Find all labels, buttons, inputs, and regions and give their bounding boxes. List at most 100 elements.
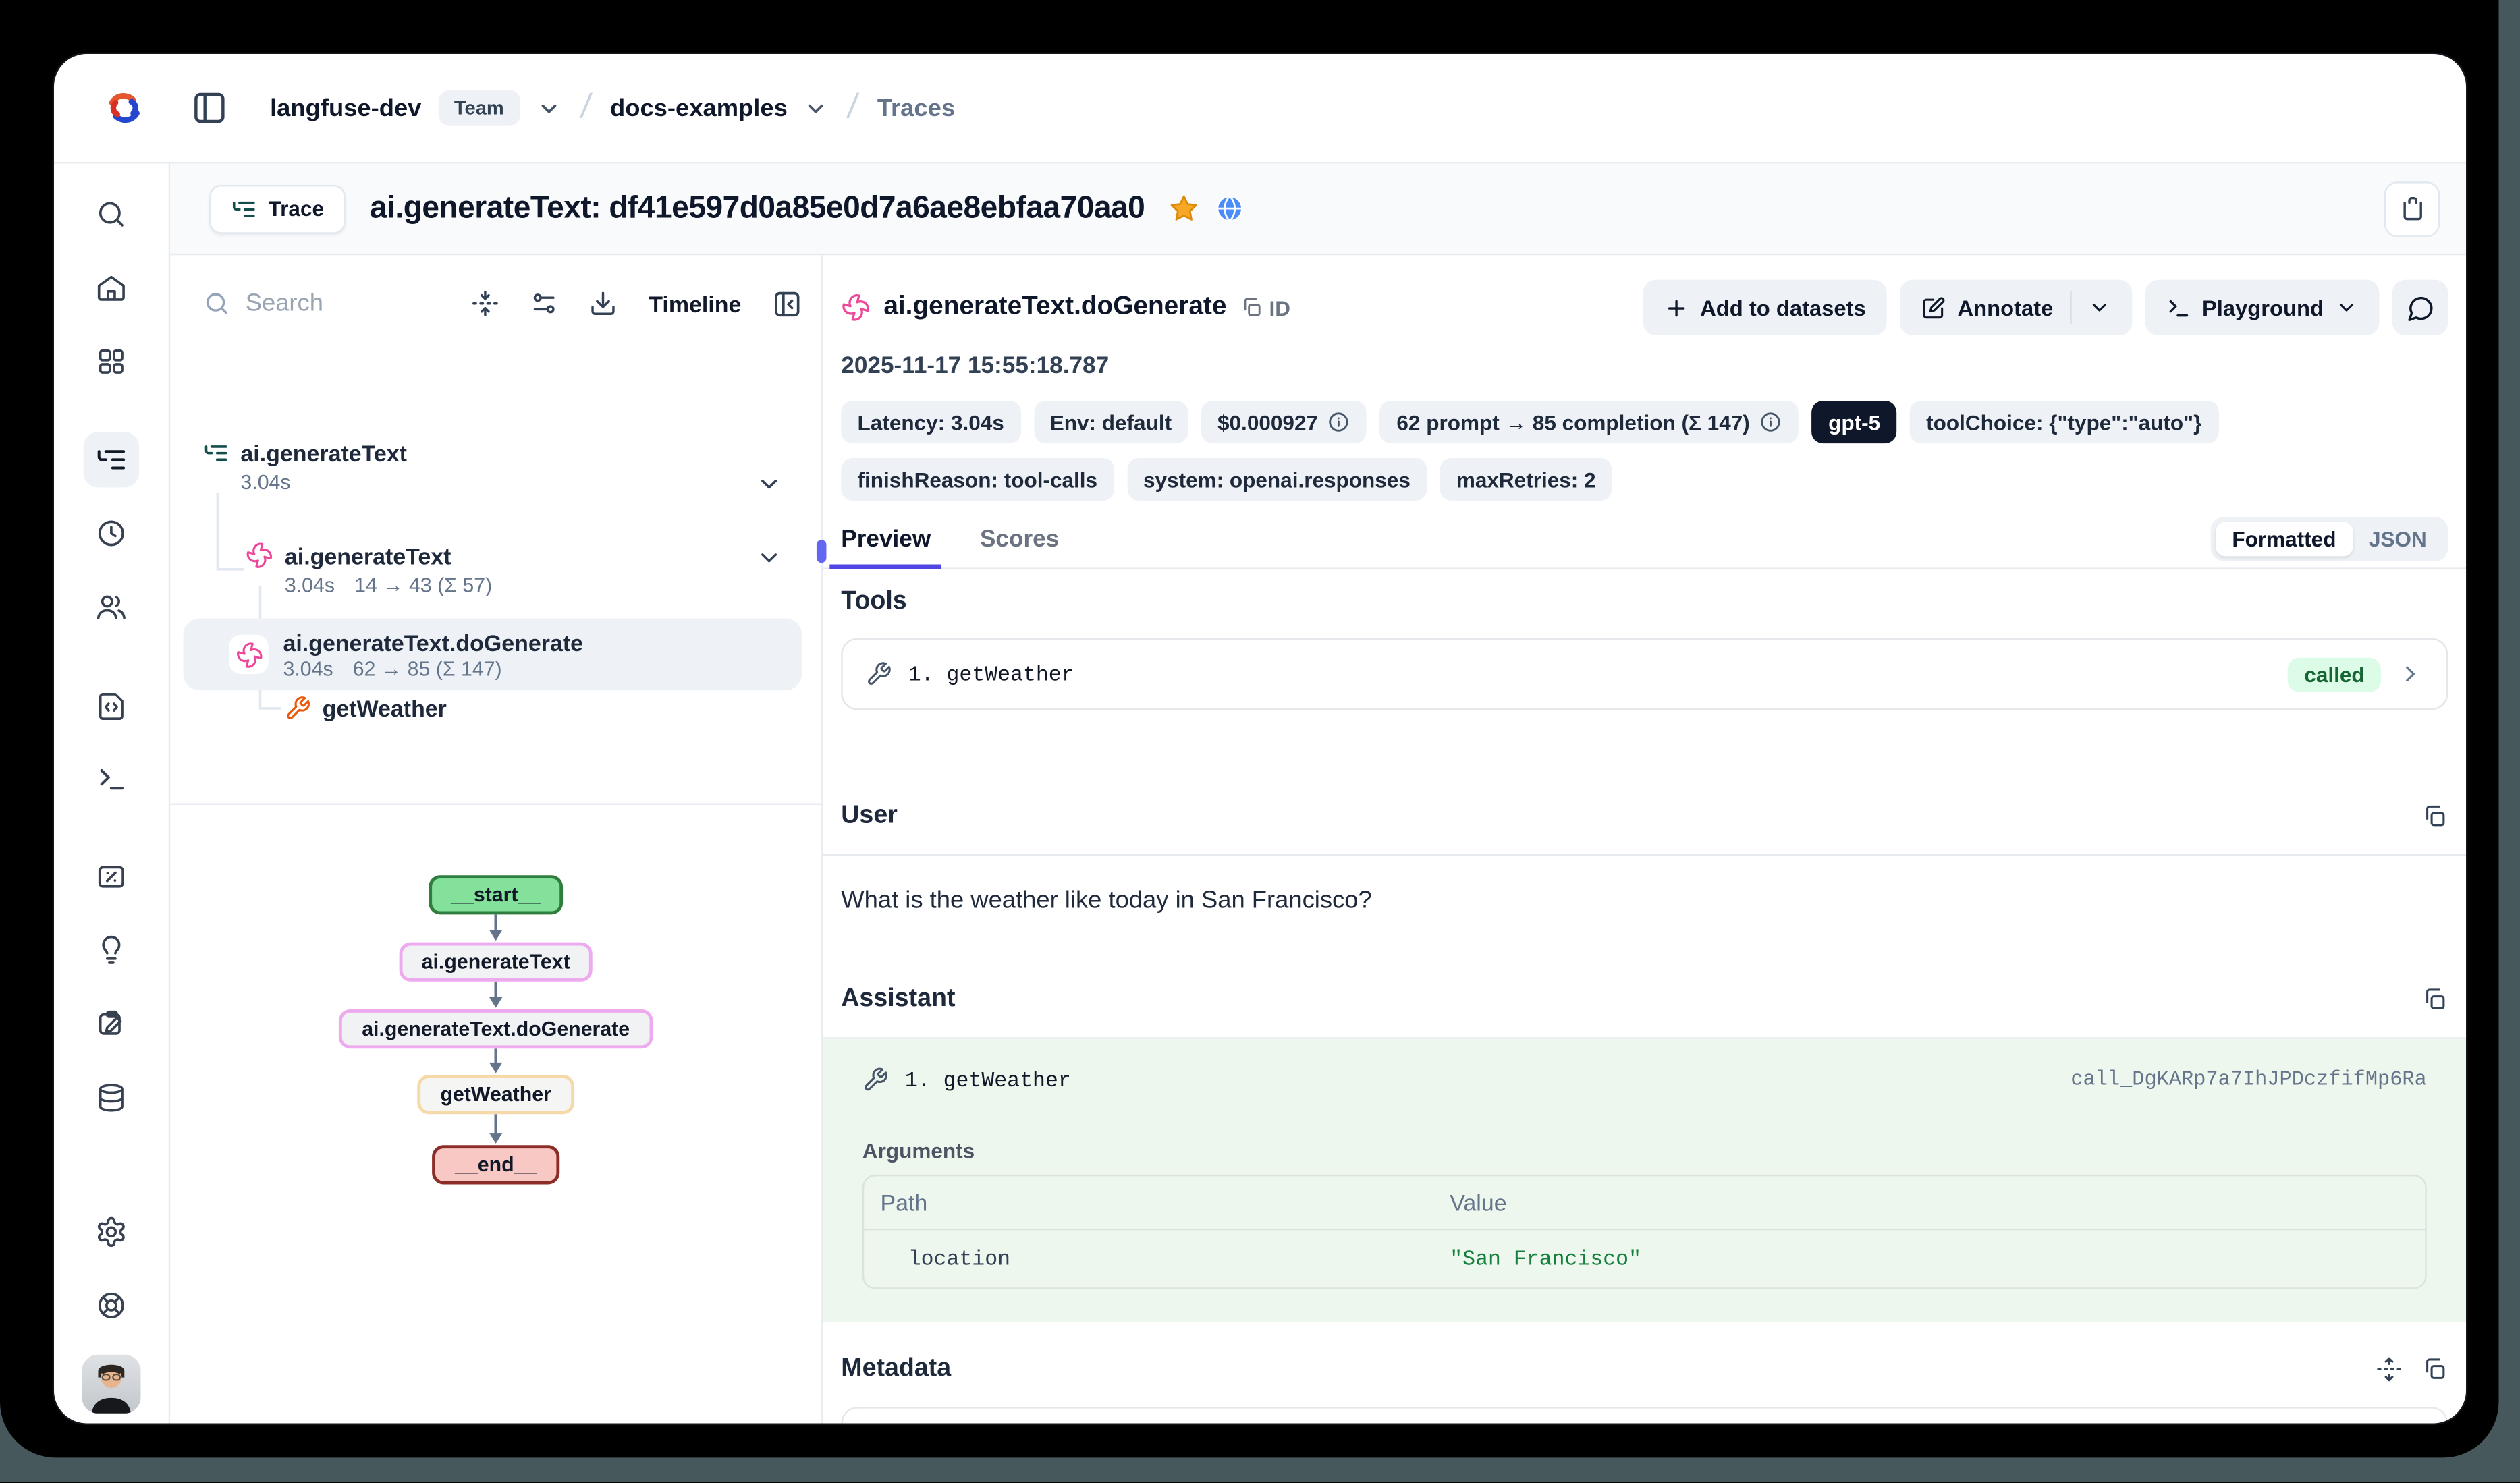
- timeline-toggle[interactable]: Timeline: [649, 290, 741, 316]
- system-badge: system: openai.responses: [1127, 458, 1427, 501]
- trace-badge-label: Trace: [269, 196, 324, 221]
- tab-preview[interactable]: Preview: [841, 526, 931, 553]
- tree-row-selected-dogenerate[interactable]: ai.generateText.doGenerate 3.04s 62 → 85…: [184, 619, 802, 691]
- user-avatar[interactable]: [82, 1355, 140, 1414]
- trace-title: ai.generateText: df41e597d0a85e0d7a6ae8e…: [370, 190, 1145, 226]
- settings-gear-icon[interactable]: [84, 1204, 139, 1260]
- home-icon[interactable]: [84, 260, 139, 316]
- graph-arrow-icon: [485, 1114, 508, 1145]
- copy-icon[interactable]: [2422, 804, 2448, 830]
- breadcrumb-separator: /: [842, 88, 864, 128]
- observation-timestamp: 2025-11-17 15:55:18.787: [823, 354, 2466, 380]
- toolchoice-badge: toolChoice: {"type":"auto"}: [1910, 401, 2218, 443]
- tree-node-label: ai.generateText: [240, 440, 407, 466]
- tool-called-badge: called: [2288, 657, 2381, 692]
- sidebar-toggle-icon[interactable]: [192, 90, 227, 125]
- langfuse-logo-icon: [103, 87, 146, 130]
- search-input[interactable]: [246, 289, 426, 317]
- datasets-database-icon[interactable]: [84, 1070, 139, 1125]
- env-badge: Env: default: [1033, 401, 1188, 443]
- tree-row-trace-root[interactable]: ai.generateText 3.04s: [170, 440, 821, 494]
- metadata-table: Path Value: [841, 1407, 2448, 1423]
- copy-icon[interactable]: [2422, 1356, 2448, 1382]
- delete-trace-button[interactable]: [2384, 181, 2440, 236]
- toggle-formatted[interactable]: Formatted: [2216, 522, 2353, 556]
- chevron-right-icon[interactable]: [2397, 661, 2423, 688]
- detail-tabs: Preview Scores Formatted JSON: [823, 511, 2466, 569]
- bookmark-star-icon[interactable]: [1168, 193, 1199, 224]
- playground-terminal-icon[interactable]: [84, 751, 139, 806]
- add-to-datasets-button[interactable]: Add to datasets: [1643, 280, 1887, 335]
- observation-header: ai.generateText.doGenerate ID Add to dat…: [823, 275, 2466, 340]
- chevron-down-icon: [2335, 296, 2358, 319]
- tools-section-heading: Tools: [841, 587, 2448, 617]
- copy-id-button[interactable]: ID: [1240, 296, 1290, 320]
- display-settings-icon[interactable]: [531, 289, 559, 317]
- tracing-icon[interactable]: [84, 432, 139, 487]
- generation-fan-icon: [246, 542, 273, 569]
- panel-resize-handle[interactable]: [817, 540, 827, 563]
- search-icon[interactable]: [84, 186, 139, 242]
- active-tab-underline: [829, 563, 941, 569]
- main-area: Trace ai.generateText: df41e597d0a85e0d7…: [170, 163, 2466, 1423]
- trace-type-badge: Trace: [209, 184, 345, 233]
- graph-node-getweather[interactable]: getWeather: [417, 1075, 574, 1114]
- collapse-all-icon[interactable]: [472, 289, 499, 317]
- support-lifebuoy-icon[interactable]: [84, 1278, 139, 1333]
- playground-button[interactable]: Playground: [2145, 280, 2379, 335]
- breadcrumb-org[interactable]: langfuse-dev: [270, 94, 421, 121]
- observation-title: ai.generateText.doGenerate: [883, 293, 1226, 323]
- token-usage-badge[interactable]: 62 prompt → 85 completion (Σ 147): [1380, 401, 1799, 443]
- expand-vertical-icon[interactable]: [2376, 1356, 2403, 1382]
- users-icon[interactable]: [84, 579, 139, 634]
- id-label: ID: [1269, 296, 1290, 320]
- annotation-queue-icon[interactable]: [84, 997, 139, 1052]
- arguments-label: Arguments: [862, 1139, 2427, 1163]
- download-icon[interactable]: [590, 289, 618, 317]
- breadcrumb-section[interactable]: Traces: [877, 94, 955, 121]
- org-chevron-down-icon[interactable]: [537, 96, 561, 120]
- tree-node-tokens: 14 → 43 (Σ 57): [354, 574, 492, 597]
- comment-bubble-icon: [2406, 293, 2434, 321]
- graph-node-dogenerate[interactable]: ai.generateText.doGenerate: [339, 1009, 653, 1048]
- top-bar: langfuse-dev Team / docs-examples / Trac…: [54, 54, 2466, 163]
- observation-badges-row2: finishReason: tool-calls system: openai.…: [823, 458, 2466, 501]
- copy-icon[interactable]: [2422, 986, 2448, 1013]
- collapse-panel-icon[interactable]: [772, 289, 802, 318]
- cost-badge[interactable]: $0.000927: [1201, 401, 1367, 443]
- sessions-clock-icon[interactable]: [84, 505, 139, 561]
- prompts-icon[interactable]: [84, 677, 139, 733]
- comments-button[interactable]: [2392, 280, 2448, 335]
- tree-row-generation[interactable]: ai.generateText 3.04s 14 → 43 (Σ 57): [170, 542, 821, 597]
- breadcrumb-project[interactable]: docs-examples: [610, 94, 788, 121]
- dashboard-icon[interactable]: [84, 334, 139, 389]
- evaluator-lightbulb-icon[interactable]: [84, 923, 139, 978]
- argument-path: location: [880, 1247, 1450, 1271]
- tree-node-duration: 3.04s: [283, 657, 333, 680]
- metadata-section-heading: Metadata: [841, 1355, 2448, 1384]
- graph-node-end[interactable]: __end__: [432, 1145, 559, 1184]
- arguments-value-header: Value: [1450, 1190, 2409, 1216]
- preview-content[interactable]: Tools 1. getWeather called: [823, 569, 2466, 1424]
- chevron-down-icon[interactable]: [756, 471, 782, 497]
- project-chevron-down-icon[interactable]: [804, 96, 828, 120]
- public-globe-icon[interactable]: [1213, 193, 1244, 224]
- chevron-down-icon[interactable]: [756, 544, 782, 571]
- observation-actions: Add to datasets Annotate: [1643, 280, 2448, 335]
- generation-fan-icon: [229, 635, 268, 674]
- tool-definition-row[interactable]: 1. getWeather called: [841, 638, 2448, 710]
- annotate-split-button[interactable]: Annotate: [1900, 280, 2132, 335]
- tab-scores[interactable]: Scores: [980, 526, 1059, 553]
- nav-rail: [54, 163, 170, 1423]
- tree-row-getweather[interactable]: getWeather: [170, 695, 821, 721]
- tree-node-duration: 3.04s: [285, 574, 335, 597]
- search-icon: [203, 289, 231, 317]
- toggle-json[interactable]: JSON: [2353, 522, 2443, 556]
- graph-arrow-icon: [485, 1048, 508, 1075]
- assistant-tool-call: 1. getWeather call_DgKARp7a7IhJPDczfifMp…: [823, 1039, 2466, 1322]
- user-message: What is the weather like today in San Fr…: [841, 887, 2448, 914]
- scores-percent-icon[interactable]: [84, 849, 139, 904]
- model-badge[interactable]: gpt-5: [1812, 401, 1897, 443]
- graph-node-generatetext[interactable]: ai.generateText: [399, 943, 593, 982]
- graph-node-start[interactable]: __start__: [428, 875, 564, 914]
